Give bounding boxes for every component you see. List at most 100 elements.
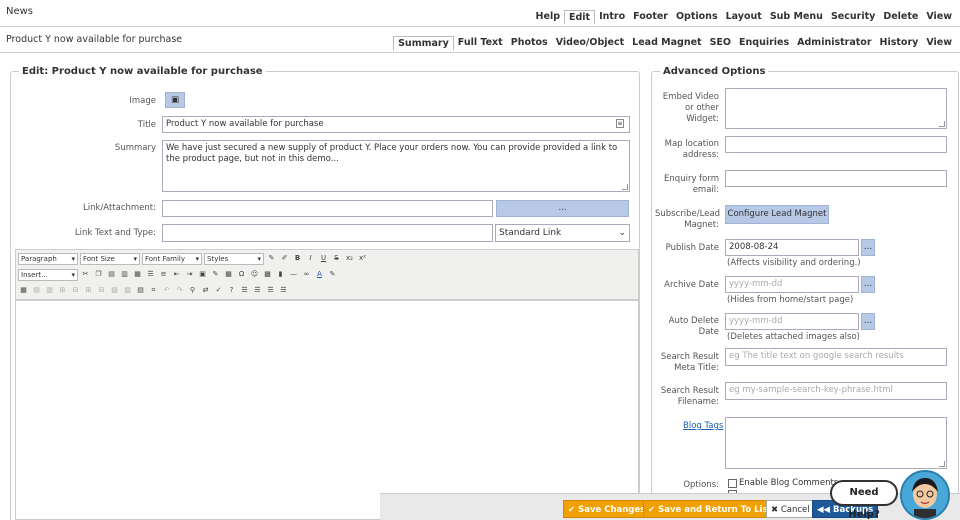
- horizontal-rule-icon[interactable]: —: [288, 269, 299, 280]
- resize-handle[interactable]: [939, 121, 945, 127]
- font-family-select[interactable]: Font Family ▾: [142, 252, 202, 265]
- resize-handle[interactable]: [622, 184, 628, 190]
- link-input[interactable]: [162, 200, 493, 217]
- paste-icon[interactable]: ▤: [106, 269, 117, 280]
- cancel-button[interactable]: ✖ Cancel: [766, 500, 815, 518]
- emoticon-icon[interactable]: ☺: [249, 269, 260, 280]
- tab-lead-magnet[interactable]: Lead Magnet: [628, 36, 705, 50]
- font-size-select[interactable]: Font Size ▾: [80, 252, 140, 265]
- subscript-icon[interactable]: x₂: [344, 253, 355, 264]
- date-icon[interactable]: ▦: [223, 269, 234, 280]
- bullet-list-icon[interactable]: ☰: [145, 269, 156, 280]
- cleanup-icon[interactable]: ✐: [279, 253, 290, 264]
- text-color-icon[interactable]: A: [314, 269, 325, 280]
- enquiry-email-input[interactable]: [725, 170, 947, 187]
- image-insert-icon[interactable]: ▣: [197, 269, 208, 280]
- paste-word-icon[interactable]: ▦: [132, 269, 143, 280]
- table-icon[interactable]: ▦: [18, 285, 29, 296]
- nav-footer[interactable]: Footer: [629, 10, 672, 24]
- strikethrough-icon[interactable]: S: [331, 253, 342, 264]
- align-right-icon[interactable]: ☰: [265, 285, 276, 296]
- insert-row-icon[interactable]: ⊞: [57, 285, 68, 296]
- nav-edit[interactable]: Edit: [564, 10, 596, 24]
- link-browse-button[interactable]: ...: [496, 200, 629, 217]
- copy-icon[interactable]: ❐: [93, 269, 104, 280]
- nav-intro[interactable]: Intro: [595, 10, 629, 24]
- outdent-icon[interactable]: ⇤: [171, 269, 182, 280]
- text-resize-icon[interactable]: ≡: [616, 119, 624, 128]
- calendar-button[interactable]: …: [861, 313, 875, 330]
- bold-icon[interactable]: B: [292, 253, 303, 264]
- blog-tags-link[interactable]: Blog Tags: [683, 421, 723, 431]
- numbered-list-icon[interactable]: ≡: [158, 269, 169, 280]
- map-input[interactable]: [725, 136, 947, 153]
- calendar-button[interactable]: …: [861, 276, 875, 293]
- tab-summary[interactable]: Summary: [393, 36, 454, 50]
- redo-icon[interactable]: ↷: [174, 285, 185, 296]
- delete-col-icon[interactable]: ⊟: [96, 285, 107, 296]
- align-justify-icon[interactable]: ☰: [278, 285, 289, 296]
- meta-title-input[interactable]: eg The title text on google search resul…: [725, 348, 947, 366]
- tab-full-text[interactable]: Full Text: [454, 36, 507, 50]
- split-cells-icon[interactable]: ▧: [109, 285, 120, 296]
- find-icon[interactable]: ⚲: [187, 285, 198, 296]
- styles-select[interactable]: Styles ▾: [204, 252, 264, 265]
- superscript-icon[interactable]: x²: [357, 253, 368, 264]
- summary-textarea[interactable]: We have just secured a new supply of pro…: [162, 140, 630, 192]
- tab-seo[interactable]: SEO: [706, 36, 735, 50]
- image-button[interactable]: ▣: [165, 92, 185, 108]
- edit-image-icon[interactable]: ✎: [210, 269, 221, 280]
- nav-view[interactable]: View: [922, 10, 956, 24]
- paste-text-icon[interactable]: ▥: [119, 269, 130, 280]
- link-type-select[interactable]: Standard Link ⌄: [495, 224, 630, 242]
- tab-photos[interactable]: Photos: [507, 36, 552, 50]
- align-left-icon[interactable]: ☰: [239, 285, 250, 296]
- save-and-return-button[interactable]: ✔ Save and Return To List: [643, 500, 777, 518]
- tab-enquiries[interactable]: Enquiries: [735, 36, 793, 50]
- html-icon[interactable]: ⌗: [148, 285, 159, 296]
- template-icon[interactable]: ▮: [275, 269, 286, 280]
- configure-lead-magnet-button[interactable]: Configure Lead Magnet: [725, 205, 829, 224]
- spellcheck-icon[interactable]: ✓: [213, 285, 224, 296]
- insert-select[interactable]: Insert... ▾: [18, 268, 78, 281]
- resize-handle[interactable]: [939, 461, 945, 467]
- insert-col-icon[interactable]: ⊞: [83, 285, 94, 296]
- embed-textarea[interactable]: [725, 88, 947, 129]
- italic-icon[interactable]: I: [305, 253, 316, 264]
- eraser-icon[interactable]: ✎: [266, 253, 277, 264]
- nav-help[interactable]: Help: [532, 10, 564, 24]
- tab-video-object[interactable]: Video/Object: [552, 36, 628, 50]
- cut-icon[interactable]: ✂: [80, 269, 91, 280]
- calendar-button[interactable]: …: [861, 239, 875, 256]
- nav-options[interactable]: Options: [672, 10, 722, 24]
- tab-view[interactable]: View: [922, 36, 956, 50]
- blog-comments-checkbox[interactable]: Enable Blog Comments: [728, 478, 838, 488]
- blog-tags-textarea[interactable]: [725, 417, 947, 469]
- nav-security[interactable]: Security: [827, 10, 879, 24]
- tab-administrator[interactable]: Administrator: [793, 36, 875, 50]
- merge-cells-icon[interactable]: ▨: [122, 285, 133, 296]
- cell-props-icon[interactable]: ▥: [44, 285, 55, 296]
- nav-sub-menu[interactable]: Sub Menu: [766, 10, 827, 24]
- visual-aid-icon[interactable]: ▤: [135, 285, 146, 296]
- save-changes-button[interactable]: ✔ Save Changes: [563, 500, 651, 518]
- title-input[interactable]: Product Y now available for purchase ≡: [162, 116, 630, 133]
- nav-delete[interactable]: Delete: [879, 10, 922, 24]
- underline-icon[interactable]: U: [318, 253, 329, 264]
- nav-layout[interactable]: Layout: [722, 10, 766, 24]
- publish-date-input[interactable]: 2008-08-24: [725, 239, 859, 256]
- replace-icon[interactable]: ⇄: [200, 285, 211, 296]
- highlight-icon[interactable]: ✎: [327, 269, 338, 280]
- filename-input[interactable]: eg my-sample-search-key-phrase.html: [725, 382, 947, 400]
- help-widget[interactable]: Need Help?: [830, 470, 955, 520]
- delete-row-icon[interactable]: ⊟: [70, 285, 81, 296]
- omega-icon[interactable]: Ω: [236, 269, 247, 280]
- link-icon[interactable]: ∞: [301, 269, 312, 280]
- auto-delete-input[interactable]: yyyy-mm-dd: [725, 313, 859, 330]
- media-icon[interactable]: ▩: [262, 269, 273, 280]
- align-center-icon[interactable]: ☰: [252, 285, 263, 296]
- rich-text-editor[interactable]: [15, 300, 639, 520]
- row-props-icon[interactable]: ▤: [31, 285, 42, 296]
- archive-date-input[interactable]: yyyy-mm-dd: [725, 276, 859, 293]
- help-icon[interactable]: ?: [226, 285, 237, 296]
